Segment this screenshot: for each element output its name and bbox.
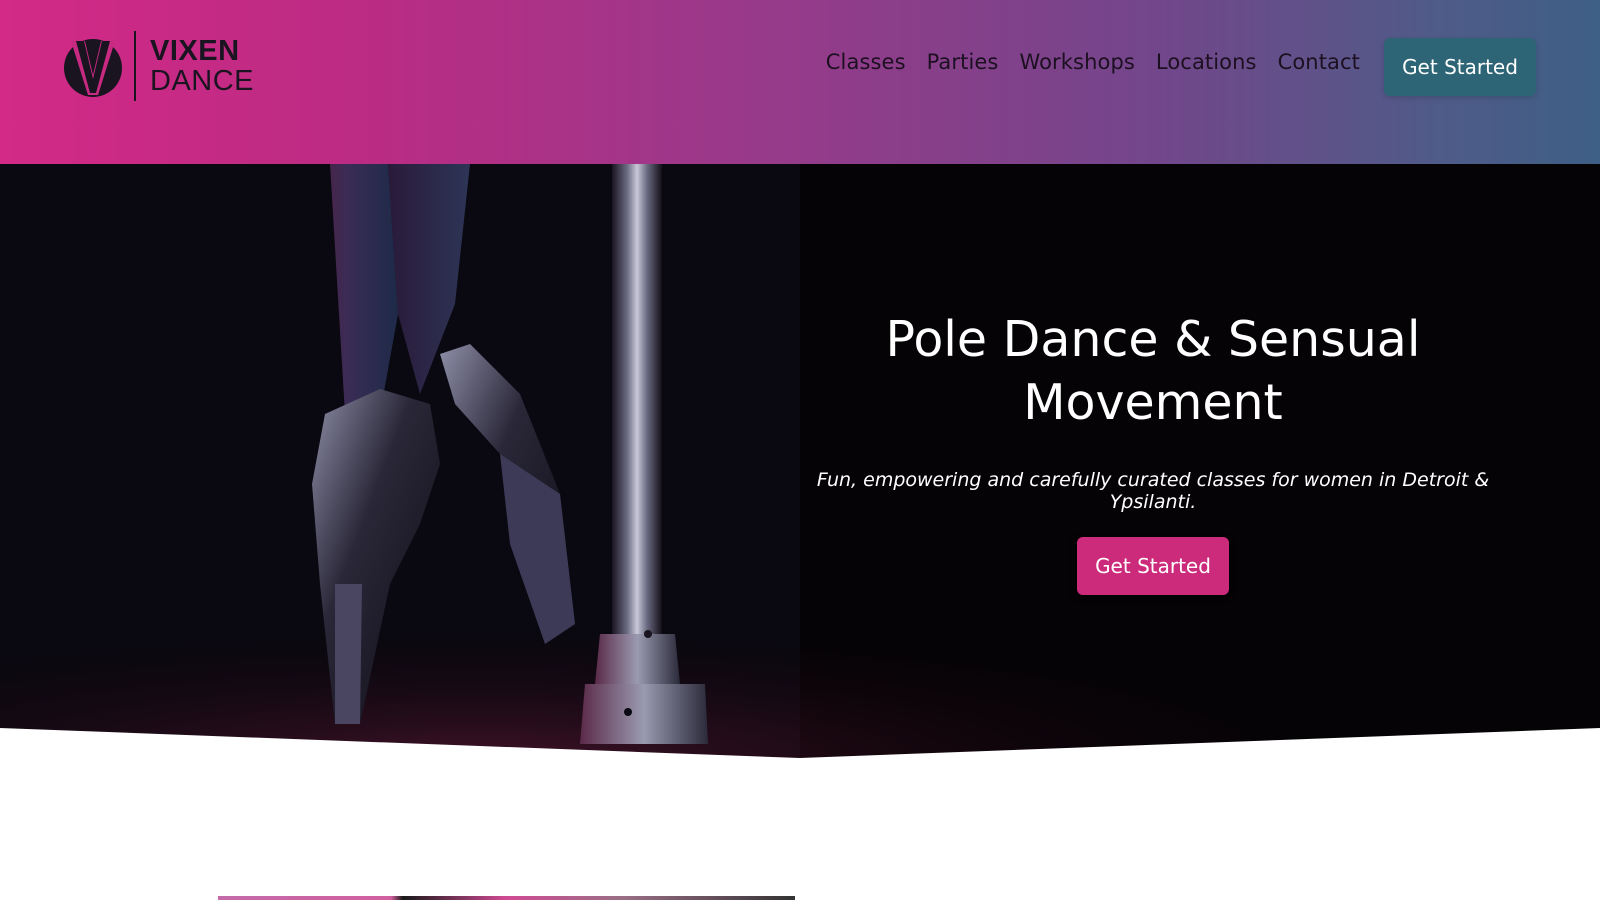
hero-get-started-button[interactable]: Get Started <box>1077 537 1229 595</box>
hero-section: Pole Dance & Sensual Movement Fun, empow… <box>0 164 1600 760</box>
nav-item-classes[interactable]: Classes <box>826 50 906 74</box>
brand-name-line2: DANCE <box>150 65 255 97</box>
site-header: VIXEN DANCE Classes Parties Workshops Lo… <box>0 0 1600 164</box>
nav-item-workshops[interactable]: Workshops <box>1019 50 1134 74</box>
nav-item-locations[interactable]: Locations <box>1156 50 1257 74</box>
header-get-started-button[interactable]: Get Started <box>1384 38 1536 96</box>
brand-wordmark: VIXEN DANCE <box>150 36 254 96</box>
brand-name-line1: VIXEN <box>150 35 240 67</box>
hero-title: Pole Dance & Sensual Movement <box>885 311 1421 431</box>
brand-logo[interactable]: VIXEN DANCE <box>62 30 262 102</box>
vixen-v-logo-icon <box>64 39 122 97</box>
nav-item-contact[interactable]: Contact <box>1278 50 1360 74</box>
main-nav: Classes Parties Workshops Locations Cont… <box>826 50 1360 74</box>
logo-divider <box>134 31 136 101</box>
section-image-preview <box>218 896 795 900</box>
nav-item-parties[interactable]: Parties <box>927 50 999 74</box>
hero-content: Pole Dance & Sensual Movement Fun, empow… <box>800 308 1506 595</box>
hero-subtitle: Fun, empowering and carefully curated cl… <box>816 469 1490 513</box>
